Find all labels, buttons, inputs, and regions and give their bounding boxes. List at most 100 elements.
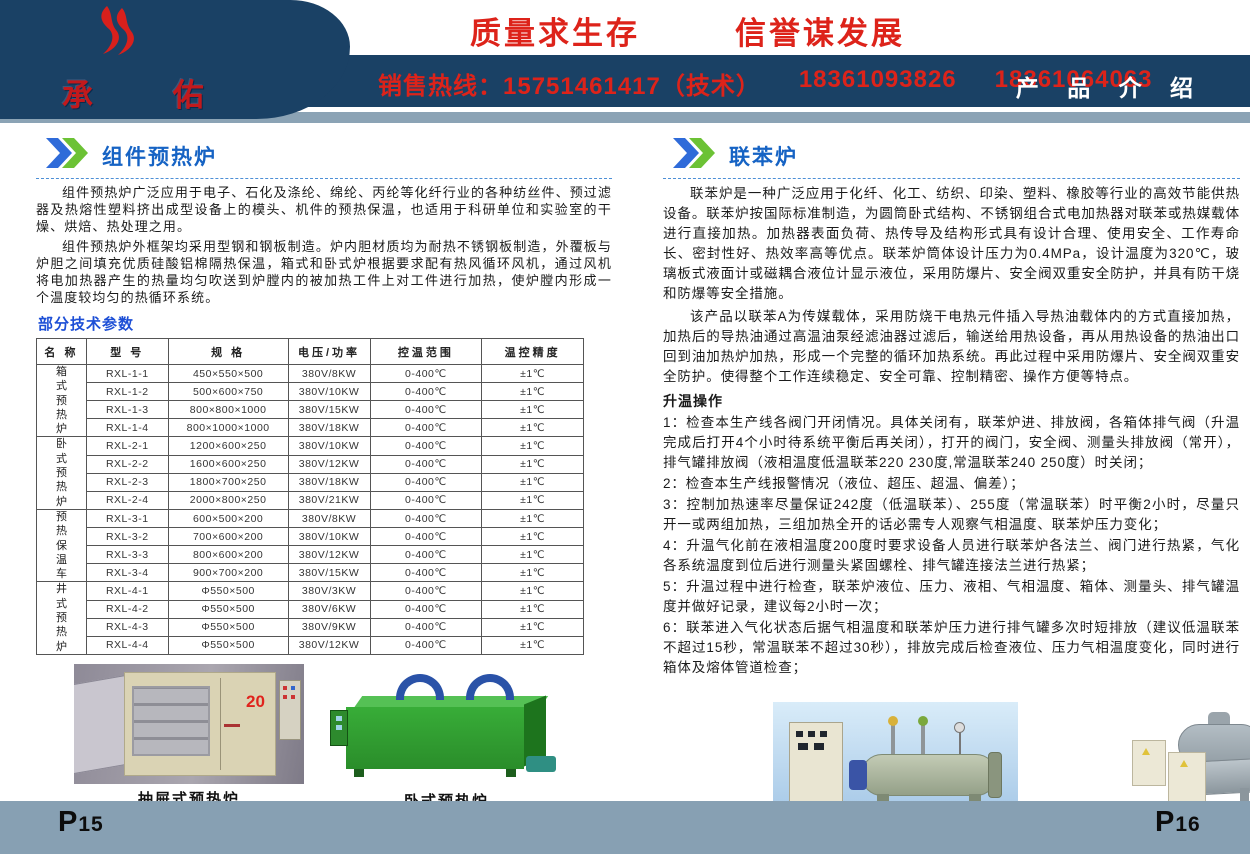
- spec-cell: Φ550×500: [168, 618, 288, 636]
- spec-cell: 380V/18KW: [288, 473, 370, 491]
- spec-cell: 0-400℃: [370, 473, 482, 491]
- furnace-foot: [354, 769, 364, 777]
- spec-cell: ±1℃: [482, 473, 584, 491]
- ops-item: 2：检查本生产线报警情况（液位、超压、超温、偏差）；: [663, 474, 1240, 494]
- end-flange: [988, 752, 1002, 798]
- col-header-model: 型 号: [86, 339, 168, 365]
- spec-cell: 380V/9KW: [288, 618, 370, 636]
- fan-motor: [526, 756, 556, 772]
- spec-cell: 450×550×500: [168, 365, 288, 383]
- company-name: 承 佑: [62, 70, 302, 115]
- table-row: RXL-3-4900×700×200380V/15KW0-400℃±1℃: [37, 564, 584, 582]
- table-row: RXL-4-3Φ550×500380V/9KW0-400℃±1℃: [37, 618, 584, 636]
- spec-cell: 800×600×200: [168, 546, 288, 564]
- spec-cell: ±1℃: [482, 564, 584, 582]
- ops-item: 6：联苯进入气化状态后据气相温度和联苯炉压力进行排气罐多次时短排放（建议低温联苯…: [663, 618, 1240, 678]
- right-paragraph-2: 该产品以联苯A为传媒载体，采用防烧干电热元件插入导热油载体内的方式直接加热，加热…: [663, 307, 1240, 387]
- ops-item: 3：控制加热速率尽量保证242度（低温联苯）、255度（常温联苯）时平衡2小时，…: [663, 495, 1240, 535]
- left-page-photos: 20 抽屉式预热炉: [74, 664, 612, 811]
- table-row: RXL-1-4800×1000×1000380V/18KW0-400℃±1℃: [37, 419, 584, 437]
- spec-cell: 380V/10KW: [288, 528, 370, 546]
- spec-cell: 0-400℃: [370, 401, 482, 419]
- spec-cell: ±1℃: [482, 618, 584, 636]
- spec-cell: 380V/21KW: [288, 491, 370, 509]
- table-row: RXL-4-2Φ550×500380V/6KW0-400℃±1℃: [37, 600, 584, 618]
- spec-cell: 380V/6KW: [288, 600, 370, 618]
- pressure-gauge-stem: [959, 730, 961, 756]
- inlet-flange: [849, 760, 867, 790]
- spec-cell: 0-400℃: [370, 636, 482, 654]
- spec-cell: RXL-2-4: [86, 491, 168, 509]
- spec-cell: RXL-4-2: [86, 600, 168, 618]
- spec-cell: Φ550×500: [168, 636, 288, 654]
- spec-cell: 380V/12KW: [288, 636, 370, 654]
- company-logo-block: 承 佑: [0, 0, 350, 119]
- spec-cell: 0-400℃: [370, 546, 482, 564]
- spec-cell: 380V/10KW: [288, 383, 370, 401]
- header-slogans: 质量求生存 信誉谋发展: [470, 8, 905, 53]
- spec-cell: 0-400℃: [370, 419, 482, 437]
- table-row: RXL-3-3800×600×200380V/12KW0-400℃±1℃: [37, 546, 584, 564]
- spec-cell: 0-400℃: [370, 437, 482, 455]
- spec-cell: 600×500×200: [168, 509, 288, 527]
- spec-cell: 0-400℃: [370, 491, 482, 509]
- table-row: RXL-4-4Φ550×500380V/12KW0-400℃±1℃: [37, 636, 584, 654]
- table-row: RXL-1-3800×800×1000380V/15KW0-400℃±1℃: [37, 401, 584, 419]
- photo-overlay-number: 20: [246, 692, 265, 712]
- spec-cell: RXL-1-4: [86, 419, 168, 437]
- left-section-header: 组件预热炉: [36, 136, 612, 179]
- spec-cell: Φ550×500: [168, 600, 288, 618]
- spec-cell: 380V/3KW: [288, 582, 370, 600]
- spec-cell: 380V/12KW: [288, 546, 370, 564]
- footer-band: [0, 801, 1250, 854]
- spec-cell: ±1℃: [482, 491, 584, 509]
- group-name-cell: 井式预热炉: [37, 582, 87, 654]
- valve-stem: [891, 722, 895, 756]
- spec-cell: 800×1000×1000: [168, 419, 288, 437]
- spec-cell: ±1℃: [482, 401, 584, 419]
- spec-cell: 0-400℃: [370, 564, 482, 582]
- spec-cell: ±1℃: [482, 365, 584, 383]
- group-name-cell: 箱式预热炉: [37, 365, 87, 437]
- left-page-column: 组件预热炉 组件预热炉广泛应用于电子、石化及涤纶、绵纶、丙纶等化纤行业的各种纺丝…: [36, 136, 612, 811]
- carry-handle: [466, 674, 514, 700]
- spec-cell: 0-400℃: [370, 600, 482, 618]
- spec-cell: ±1℃: [482, 509, 584, 527]
- horizontal-furnace-photo: [324, 674, 569, 786]
- spec-cell: RXL-2-3: [86, 473, 168, 491]
- spec-cell: 2000×800×250: [168, 491, 288, 509]
- page-number-right: P16: [1155, 806, 1201, 839]
- spec-cell: 380V/15KW: [288, 564, 370, 582]
- spec-cell: RXL-1-1: [86, 365, 168, 383]
- spec-cell: 0-400℃: [370, 365, 482, 383]
- spec-cell: 380V/8KW: [288, 509, 370, 527]
- slogan-reputation: 信誉谋发展: [735, 8, 905, 53]
- spec-cell: ±1℃: [482, 600, 584, 618]
- page-number-left: P15: [58, 806, 104, 839]
- spec-cell: 380V/12KW: [288, 455, 370, 473]
- table-row: RXL-2-42000×800×250380V/21KW0-400℃±1℃: [37, 491, 584, 509]
- left-section-title: 组件预热炉: [102, 141, 217, 171]
- spec-cell: 800×800×1000: [168, 401, 288, 419]
- hotline-number-2: 18361093826: [799, 66, 957, 101]
- spec-cell: 0-400℃: [370, 582, 482, 600]
- ops-item: 5：升温过程中进行检查，联苯炉液位、压力、液相、气相温度、箱体、测量头、排气罐温…: [663, 577, 1240, 617]
- spec-cell: 0-400℃: [370, 528, 482, 546]
- spec-cell: 380V/10KW: [288, 437, 370, 455]
- heatup-procedure-title: 升温操作: [663, 391, 1240, 411]
- catalog-page: 承 佑 质量求生存 信誉谋发展 销售热线：15751461417（技术） 183…: [0, 0, 1250, 854]
- group-name-cell: 预热保温车: [37, 509, 87, 581]
- right-page-column: 联苯炉 联苯炉是一种广泛应用于化纤、化工、纺织、印染、塑料、橡胶等行业的高效节能…: [663, 136, 1240, 838]
- spec-cell: RXL-3-4: [86, 564, 168, 582]
- hotline-number-1: 销售热线：15751461417（技术）: [378, 66, 761, 101]
- double-chevron-icon: [44, 138, 90, 173]
- ops-item: 1：检查本生产线各阀门开闭情况。具体关闭有，联苯炉进、排放阀，各箱体排气阀（升温…: [663, 413, 1240, 473]
- spec-cell: 0-400℃: [370, 455, 482, 473]
- spec-cell: 1800×700×250: [168, 473, 288, 491]
- junction-box: [1132, 740, 1166, 786]
- drawer-furnace-photo: 20: [74, 664, 304, 784]
- safety-valve: [888, 716, 898, 726]
- spec-cell: 380V/8KW: [288, 365, 370, 383]
- spec-cell: ±1℃: [482, 455, 584, 473]
- spec-cell: ±1℃: [482, 437, 584, 455]
